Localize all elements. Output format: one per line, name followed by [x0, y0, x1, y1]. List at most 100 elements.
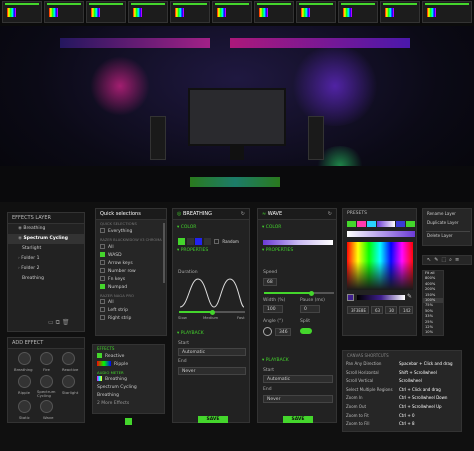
hex-input[interactable]: 3F3E8E: [347, 306, 369, 314]
preset-swatch[interactable]: [367, 221, 376, 227]
eyedropper-icon[interactable]: ✎: [407, 293, 412, 300]
layer-item[interactable]: Starlight: [8, 244, 84, 254]
screen-thumbnail[interactable]: [380, 1, 420, 23]
quick-item[interactable]: All: [96, 244, 166, 252]
preset-swatch[interactable]: [347, 221, 356, 227]
width-input[interactable]: 100: [263, 305, 283, 313]
scrollbar[interactable]: [163, 223, 165, 283]
checkbox[interactable]: [100, 244, 105, 249]
preset-swatch[interactable]: [406, 221, 415, 227]
quick-item[interactable]: Left strip: [96, 307, 166, 315]
checkbox[interactable]: [100, 315, 105, 320]
hue-slider[interactable]: [357, 295, 405, 300]
checkbox[interactable]: [100, 284, 105, 289]
effect-spectrum-icon[interactable]: [40, 375, 53, 388]
menu-item-delete[interactable]: Delete Layer: [423, 231, 471, 240]
folder-icon[interactable]: ▭: [48, 319, 54, 326]
duplicate-icon[interactable]: ⧉: [56, 319, 60, 326]
quick-item[interactable]: Everything: [96, 227, 166, 237]
gradient-bar[interactable]: [263, 240, 333, 245]
angle-input[interactable]: 346: [275, 328, 291, 336]
refresh-icon[interactable]: ↻: [328, 209, 332, 219]
swatch-dark[interactable]: [186, 238, 194, 245]
quick-item[interactable]: Arrow keys: [96, 260, 166, 268]
screen-thumbnail[interactable]: [2, 1, 42, 23]
menu-item-rename[interactable]: Rename Layer: [423, 209, 471, 218]
screen-thumbnail[interactable]: [170, 1, 210, 23]
start-select[interactable]: Automatic: [178, 348, 246, 356]
duration-slider[interactable]: [179, 309, 245, 315]
preset-swatch[interactable]: [396, 221, 405, 227]
preset-swatch[interactable]: [357, 221, 366, 227]
effect-row[interactable]: Spectrum Cycling: [93, 384, 164, 392]
folder-item[interactable]: › Folder 1: [8, 254, 84, 264]
preset-swatch[interactable]: [377, 221, 395, 227]
screen-thumbnail[interactable]: [128, 1, 168, 23]
r-input[interactable]: 63: [371, 306, 383, 314]
swatch-green[interactable]: [178, 238, 185, 245]
effect-starlight-icon[interactable]: [62, 375, 75, 388]
marquee-icon[interactable]: ⬚: [441, 257, 449, 263]
g-input[interactable]: 30: [385, 306, 397, 314]
effect-breathing-icon[interactable]: [18, 352, 31, 365]
effect-row[interactable]: Ripple: [93, 361, 164, 369]
quick-item[interactable]: Number row: [96, 268, 166, 276]
effect-ripple-icon[interactable]: [18, 375, 31, 388]
screen-thumbnail[interactable]: [212, 1, 252, 23]
screen-thumbnail[interactable]: [296, 1, 336, 23]
checkbox[interactable]: [100, 268, 105, 273]
effect-row[interactable]: Reactive: [93, 353, 164, 361]
save-button[interactable]: SAVE: [283, 416, 313, 423]
angle-dial[interactable]: [263, 327, 272, 336]
end-select[interactable]: Never: [178, 367, 246, 375]
pause-input[interactable]: 0: [300, 305, 320, 313]
start-select[interactable]: Automatic: [263, 375, 333, 383]
effect-reactive-icon[interactable]: [62, 352, 75, 365]
effect-wave-icon[interactable]: [40, 400, 53, 413]
menu-item-duplicate[interactable]: Duplicate Layer: [423, 218, 471, 227]
menu-icon[interactable]: ≡: [455, 257, 462, 263]
layer-item[interactable]: Breathing: [8, 274, 84, 284]
save-button[interactable]: SAVE: [198, 416, 228, 423]
swatch-empty[interactable]: [203, 238, 211, 245]
neon-shelf-left: [60, 38, 210, 48]
layer-item[interactable]: ◉ Spectrum Cycling: [8, 234, 84, 244]
effect-fire-icon[interactable]: [40, 352, 53, 365]
screen-thumbnail[interactable]: [422, 1, 472, 23]
folder-item[interactable]: › Folder 2: [8, 264, 84, 274]
checkbox[interactable]: [100, 252, 105, 257]
more-effects[interactable]: 2 More Effects: [93, 400, 164, 408]
screen-thumbnail[interactable]: [338, 1, 378, 23]
end-select[interactable]: Never: [263, 395, 333, 403]
gradient-stops[interactable]: [347, 231, 415, 237]
shortcut-keys: Ctrl + 8: [399, 421, 415, 427]
zoom-option[interactable]: 10%: [423, 330, 443, 335]
quick-item[interactable]: Right strip: [96, 315, 166, 323]
add-effect-panel: ADD EFFECT Breathing Fire Reactive Rippl…: [7, 337, 85, 423]
color-spectrum[interactable]: [347, 242, 413, 290]
quick-item[interactable]: Numpad: [96, 284, 166, 292]
effect-static-icon[interactable]: [18, 400, 31, 413]
effect-row[interactable]: Breathing: [93, 392, 164, 400]
swatch-blue[interactable]: [195, 238, 203, 245]
b-input[interactable]: 142: [399, 306, 413, 314]
trash-icon[interactable]: 🗑: [62, 319, 70, 326]
checkbox[interactable]: [100, 260, 105, 265]
checkbox[interactable]: [100, 276, 105, 281]
effect-row[interactable]: Breathing: [93, 376, 164, 384]
checkbox[interactable]: [100, 307, 105, 312]
split-toggle[interactable]: [300, 328, 312, 334]
refresh-icon[interactable]: ↻: [241, 209, 245, 219]
quick-item[interactable]: WASD: [96, 252, 166, 260]
speed-slider[interactable]: [264, 290, 334, 296]
layer-item[interactable]: ◉ Breathing: [8, 224, 84, 234]
quick-item[interactable]: Fn keys: [96, 276, 166, 284]
screen-thumbnail[interactable]: [44, 1, 84, 23]
screen-thumbnail[interactable]: [254, 1, 294, 23]
speed-input[interactable]: 68: [263, 278, 277, 286]
random-checkbox[interactable]: [214, 239, 220, 244]
screen-thumbnail[interactable]: [86, 1, 126, 23]
checkbox[interactable]: [100, 228, 105, 233]
checkbox[interactable]: [100, 299, 105, 304]
quick-item[interactable]: All: [96, 299, 166, 307]
